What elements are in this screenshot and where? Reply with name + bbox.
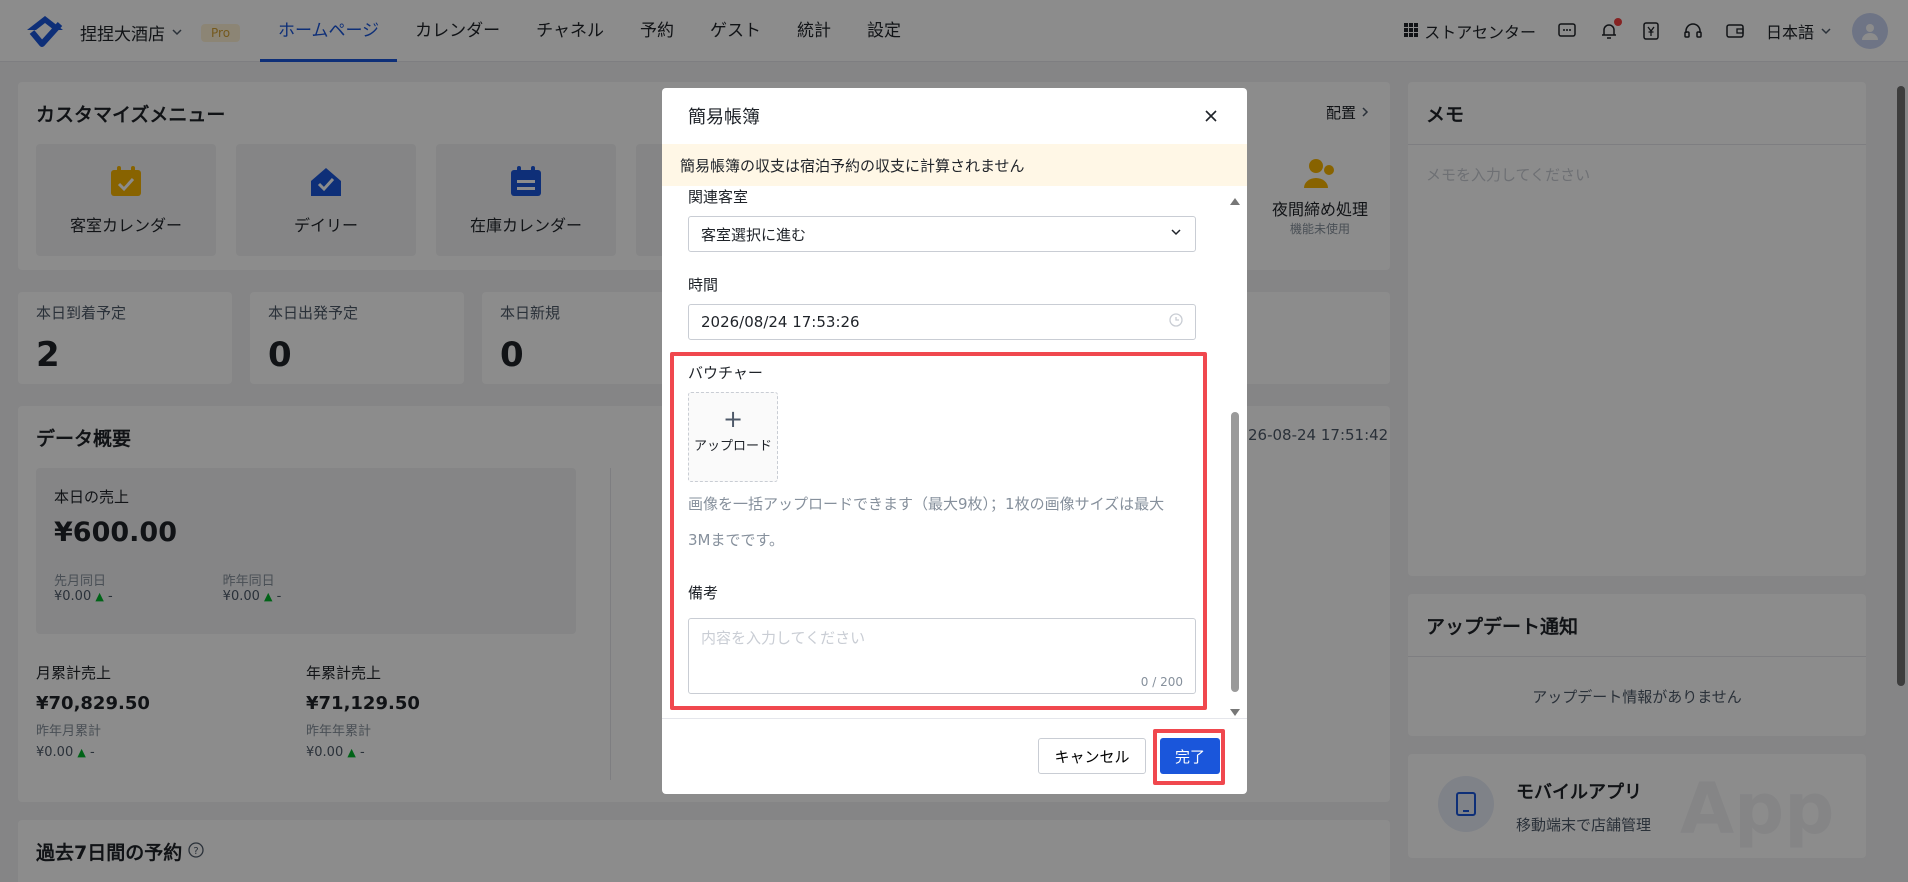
note-label: 備考	[688, 584, 719, 602]
confirm-button[interactable]: 完了	[1160, 738, 1220, 774]
warning-banner: 簡易帳簿の収支は宿泊予約の収支に計算されません	[662, 144, 1247, 186]
clock-icon	[1169, 313, 1183, 331]
upload-button[interactable]: + アップロード	[688, 392, 778, 482]
close-icon[interactable]	[1201, 106, 1221, 126]
dialog-scrollbar-thumb[interactable]	[1231, 412, 1239, 692]
time-picker[interactable]: 2026/08/24 17:53:26	[688, 304, 1196, 340]
dialog-footer: キャンセル 完了	[662, 718, 1247, 794]
upload-label: アップロード	[693, 439, 772, 454]
simple-ledger-dialog: 簡易帳簿 簡易帳簿の収支は宿泊予約の収支に計算されません 関連客室 客室選択に進…	[662, 88, 1247, 794]
plus-icon: +	[722, 405, 744, 433]
dialog-body[interactable]: 関連客室 客室選択に進む 時間 2026/08/24 17:53:26 バウチャ…	[662, 186, 1247, 718]
voucher-label: バウチャー	[688, 364, 763, 382]
time-label: 時間	[688, 276, 719, 294]
scroll-up-icon[interactable]	[1230, 190, 1240, 209]
note-textarea[interactable]: 内容を入力してください 0 / 200	[688, 618, 1196, 694]
scroll-down-icon[interactable]	[1230, 702, 1240, 718]
note-counter: 0 / 200	[1140, 675, 1183, 689]
upload-hint: 画像を一括アップロードできます（最大9枚）；1枚の画像サイズは最大 3Mまでです…	[688, 486, 1200, 558]
room-select-value: 客室選択に進む	[701, 225, 807, 244]
upload-hint-line2: 3Mまでです。	[688, 531, 784, 549]
room-label: 関連客室	[688, 188, 749, 206]
dialog-scrollbar[interactable]	[1229, 186, 1241, 718]
room-select[interactable]: 客室選択に進む	[688, 216, 1196, 252]
dialog-title: 簡易帳簿	[688, 107, 760, 128]
chevron-down-icon	[1169, 225, 1183, 243]
cancel-button[interactable]: キャンセル	[1038, 738, 1146, 774]
note-placeholder: 内容を入力してください	[701, 629, 866, 647]
time-value: 2026/08/24 17:53:26	[701, 313, 860, 331]
upload-hint-line1: 画像を一括アップロードできます（最大9枚）；1枚の画像サイズは最大	[688, 495, 1165, 513]
